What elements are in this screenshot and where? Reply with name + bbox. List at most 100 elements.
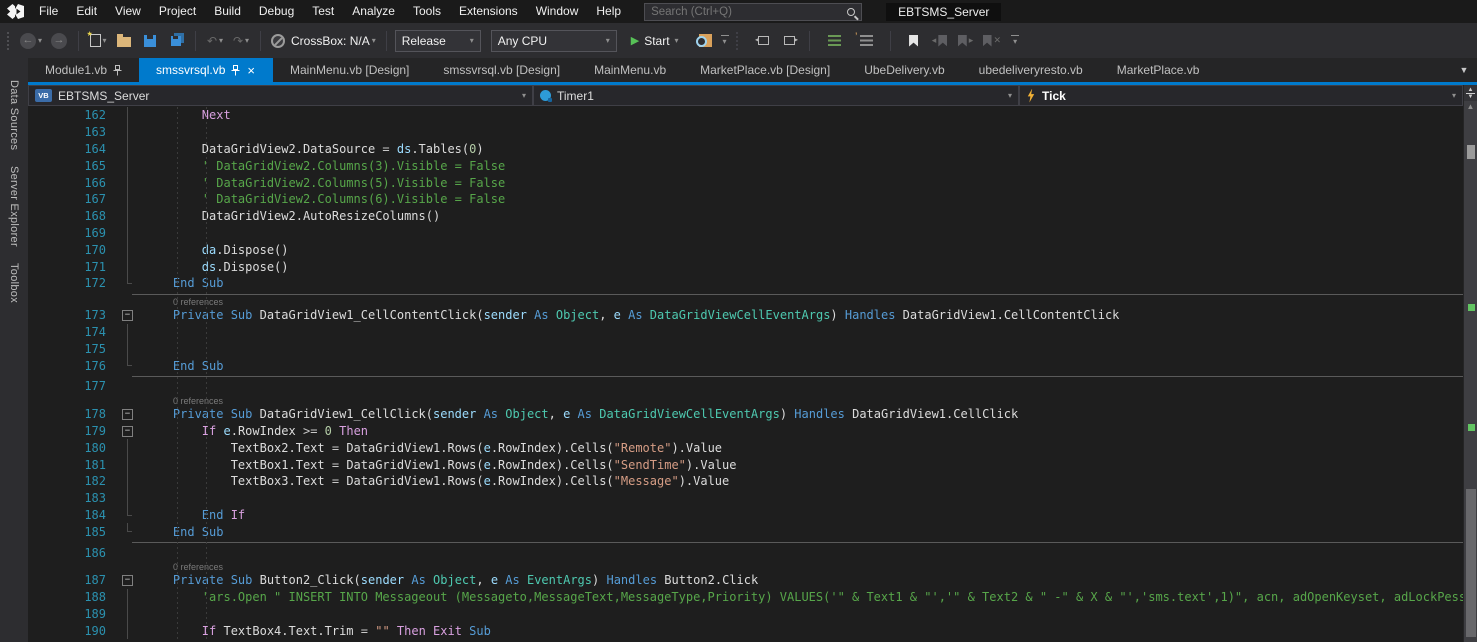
- line-number[interactable]: 170: [28, 243, 114, 257]
- tab-smssvrsql-vb[interactable]: smssvrsql.vb×: [139, 58, 273, 82]
- codelens-references[interactable]: 0 references: [28, 561, 1463, 572]
- line-number[interactable]: 184: [28, 508, 114, 522]
- line-number[interactable]: 179: [28, 424, 114, 438]
- code-line-185[interactable]: 185 End Sub: [28, 523, 1463, 540]
- tab-module1-vb[interactable]: Module1.vb: [28, 58, 139, 82]
- line-number[interactable]: 188: [28, 590, 114, 604]
- line-number[interactable]: 164: [28, 142, 114, 156]
- code-line-166[interactable]: 166 ' DataGridView2.Columns(5).Visible =…: [28, 174, 1463, 191]
- line-number[interactable]: 172: [28, 276, 114, 290]
- toolbar-grip[interactable]: [7, 32, 11, 50]
- outlining-margin[interactable]: [114, 606, 144, 623]
- outlining-margin[interactable]: [114, 107, 144, 124]
- line-number[interactable]: 174: [28, 325, 114, 339]
- code-editor[interactable]: 162 Next163164 DataGridView2.DataSource …: [28, 107, 1463, 642]
- line-number[interactable]: 183: [28, 491, 114, 505]
- collapse-region-button[interactable]: −: [122, 426, 133, 437]
- collapse-region-button[interactable]: −: [122, 409, 133, 420]
- code-line-168[interactable]: 168 DataGridView2.AutoResizeColumns(): [28, 208, 1463, 225]
- outlining-margin[interactable]: [114, 141, 144, 158]
- code-line-178[interactable]: 178− Private Sub DataGridView1_CellClick…: [28, 406, 1463, 423]
- code-line-163[interactable]: 163: [28, 124, 1463, 141]
- code-line-180[interactable]: 180 TextBox2.Text = DataGridView1.Rows(e…: [28, 439, 1463, 456]
- line-number[interactable]: 190: [28, 624, 114, 638]
- menu-tools[interactable]: Tools: [404, 0, 450, 23]
- code-line-177[interactable]: 177: [28, 378, 1463, 395]
- side-tab-server-explorer[interactable]: Server Explorer: [8, 166, 20, 247]
- next-bookmark-button[interactable]: ▸: [955, 29, 977, 53]
- scrollbar-thumb[interactable]: [1466, 489, 1476, 637]
- navigate-backward-button[interactable]: ←▾: [18, 29, 44, 53]
- tab-ubedeliveryresto-vb[interactable]: ubedeliveryresto.vb: [962, 58, 1100, 82]
- menu-file[interactable]: File: [30, 0, 67, 23]
- line-number[interactable]: 167: [28, 192, 114, 206]
- menu-help[interactable]: Help: [587, 0, 630, 23]
- find-in-files-button[interactable]: [695, 29, 717, 53]
- save-button[interactable]: [139, 29, 161, 53]
- menu-debug[interactable]: Debug: [250, 0, 303, 23]
- line-number[interactable]: 181: [28, 458, 114, 472]
- open-file-button[interactable]: [113, 29, 135, 53]
- search-input[interactable]: [651, 6, 847, 18]
- bookmarks-overflow-button[interactable]: ▾: [1011, 35, 1019, 46]
- line-number[interactable]: 165: [28, 159, 114, 173]
- code-line-162[interactable]: 162 Next: [28, 107, 1463, 124]
- outlining-margin[interactable]: [114, 124, 144, 141]
- outlining-margin[interactable]: [114, 258, 144, 275]
- navigate-to-next-button[interactable]: [779, 29, 801, 53]
- code-line-179[interactable]: 179− If e.RowIndex >= 0 Then: [28, 423, 1463, 440]
- code-line-184[interactable]: 184 End If: [28, 507, 1463, 524]
- code-line-165[interactable]: 165 ' DataGridView2.Columns(3).Visible =…: [28, 157, 1463, 174]
- menu-view[interactable]: View: [106, 0, 150, 23]
- line-number[interactable]: 182: [28, 474, 114, 488]
- undo-button[interactable]: ↶▾: [204, 29, 226, 53]
- menu-extensions[interactable]: Extensions: [450, 0, 527, 23]
- solution-platform-dropdown[interactable]: Any CPU▾: [491, 30, 617, 52]
- line-number[interactable]: 166: [28, 176, 114, 190]
- line-number[interactable]: 185: [28, 525, 114, 539]
- comment-lines-button[interactable]: [824, 29, 846, 53]
- tab-mainmenu-vb-design[interactable]: MainMenu.vb [Design]: [273, 58, 426, 82]
- code-line-186[interactable]: 186: [28, 544, 1463, 561]
- line-number[interactable]: 180: [28, 441, 114, 455]
- code-line-173[interactable]: 173− Private Sub DataGridView1_CellConte…: [28, 307, 1463, 324]
- tab-mainmenu-vb[interactable]: MainMenu.vb: [577, 58, 683, 82]
- redo-button[interactable]: ↷▾: [230, 29, 252, 53]
- toggle-bookmark-button[interactable]: [903, 29, 925, 53]
- code-line-175[interactable]: 175: [28, 340, 1463, 357]
- code-line-176[interactable]: 176 End Sub: [28, 357, 1463, 374]
- code-line-170[interactable]: 170 da.Dispose(): [28, 241, 1463, 258]
- editor-vertical-scrollbar[interactable]: ▲▼ ▲: [1463, 85, 1477, 642]
- code-line-187[interactable]: 187− Private Sub Button2_Click(sender As…: [28, 572, 1463, 589]
- outlining-margin[interactable]: −: [114, 406, 144, 423]
- scroll-up-arrow[interactable]: ▲: [1464, 101, 1477, 113]
- pin-icon[interactable]: [231, 65, 240, 76]
- outlining-margin[interactable]: [114, 157, 144, 174]
- object-dropdown[interactable]: Timer1 ▾: [533, 85, 1019, 106]
- outlining-margin[interactable]: [114, 241, 144, 258]
- outlining-margin[interactable]: [114, 340, 144, 357]
- close-icon[interactable]: ×: [246, 64, 256, 77]
- outlining-margin[interactable]: [114, 473, 144, 490]
- crossbox-button[interactable]: CrossBox: N/A▾: [269, 29, 378, 53]
- code-line-188[interactable]: 188 'ars.Open " INSERT INTO Messageout (…: [28, 589, 1463, 606]
- outlining-margin[interactable]: [114, 589, 144, 606]
- outlining-margin[interactable]: [114, 507, 144, 524]
- tab-marketplace-vb-design[interactable]: MarketPlace.vb [Design]: [683, 58, 847, 82]
- toolbar-overflow-button[interactable]: ▾: [721, 35, 729, 46]
- navigate-forward-button[interactable]: →: [48, 29, 70, 53]
- code-line-171[interactable]: 171 ds.Dispose(): [28, 258, 1463, 275]
- line-number[interactable]: 173: [28, 308, 114, 322]
- code-line-183[interactable]: 183: [28, 490, 1463, 507]
- codelens-references[interactable]: 0 references: [28, 395, 1463, 406]
- line-number[interactable]: 176: [28, 359, 114, 373]
- code-line-189[interactable]: 189: [28, 606, 1463, 623]
- collapse-region-button[interactable]: −: [122, 310, 133, 321]
- outlining-margin[interactable]: [114, 544, 144, 561]
- outlining-margin[interactable]: [114, 225, 144, 242]
- code-line-167[interactable]: 167 ' DataGridView2.Columns(6).Visible =…: [28, 191, 1463, 208]
- line-number[interactable]: 175: [28, 342, 114, 356]
- menu-build[interactable]: Build: [205, 0, 250, 23]
- collapse-region-button[interactable]: −: [122, 575, 133, 586]
- tab-marketplace-vb[interactable]: MarketPlace.vb: [1100, 58, 1217, 82]
